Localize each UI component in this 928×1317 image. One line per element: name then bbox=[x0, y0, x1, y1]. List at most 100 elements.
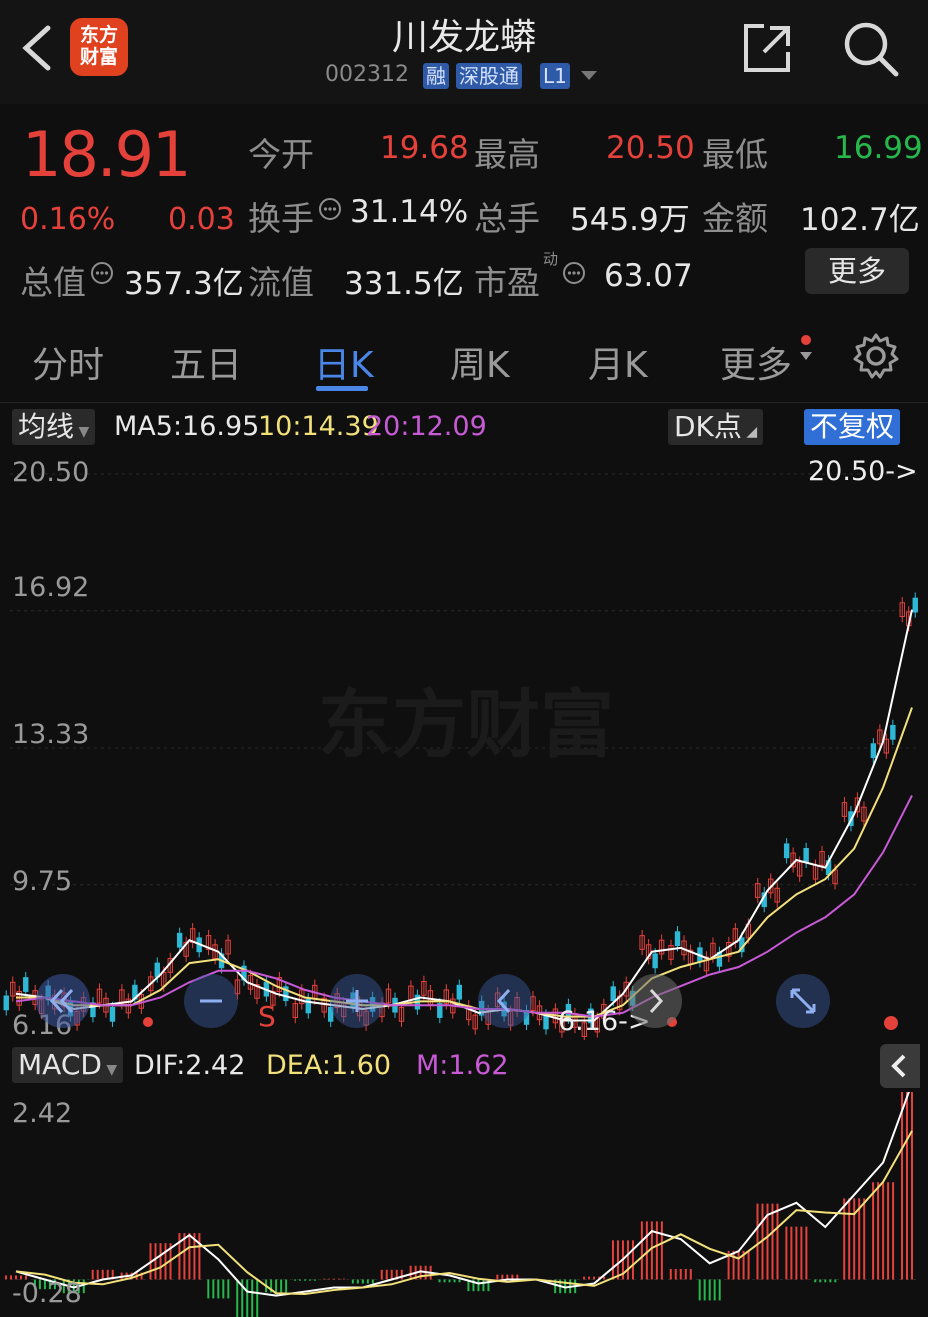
sell-marker: S bbox=[258, 1000, 276, 1033]
macd-chart[interactable] bbox=[0, 1092, 928, 1317]
high-label: 最高 bbox=[474, 135, 540, 174]
zoom-in-button[interactable] bbox=[184, 974, 238, 1028]
candle-body bbox=[610, 986, 616, 1002]
active-tab-indicator bbox=[316, 386, 368, 391]
tag-level: L1 bbox=[540, 63, 570, 89]
candle-body bbox=[3, 995, 9, 1011]
mktcap-label: 总值 bbox=[20, 263, 86, 302]
tab-daily-k[interactable]: 日K bbox=[314, 336, 374, 388]
candle-body bbox=[803, 848, 809, 863]
open-value: 19.68 bbox=[380, 130, 469, 166]
tab-monthly-k[interactable]: 月K bbox=[588, 336, 648, 388]
indicator-selector[interactable]: MACD ▼ bbox=[12, 1047, 124, 1083]
share-icon[interactable] bbox=[740, 22, 792, 74]
minus-icon bbox=[200, 999, 222, 1003]
plus-button[interactable] bbox=[330, 974, 384, 1028]
logo-text-2: 财富 bbox=[79, 46, 118, 68]
last-price: 18.91 bbox=[22, 118, 191, 191]
m-value: M:1.62 bbox=[416, 1050, 509, 1081]
candle-body bbox=[674, 931, 681, 947]
candle-body bbox=[456, 984, 462, 1000]
stock-code: 002312 bbox=[325, 62, 409, 87]
ma10-value: 10:14.39 bbox=[258, 411, 379, 442]
low-label: 最低 bbox=[702, 135, 768, 174]
collapse-panel-button[interactable] bbox=[880, 1044, 920, 1088]
candle-body bbox=[783, 843, 790, 859]
candle-body bbox=[652, 953, 658, 969]
dropdown-icon[interactable] bbox=[580, 70, 598, 82]
back-button[interactable] bbox=[14, 22, 60, 74]
more-quote-button[interactable]: 更多 bbox=[805, 248, 909, 294]
tab-intraday[interactable]: 分时 bbox=[32, 336, 104, 388]
float-label: 流值 bbox=[248, 263, 314, 302]
dea-value: DEA:1.60 bbox=[266, 1050, 392, 1081]
gear-icon[interactable] bbox=[852, 332, 900, 380]
tab-weekly-k[interactable]: 周K bbox=[450, 336, 510, 388]
y-label-3: 13.33 bbox=[12, 719, 90, 750]
live-dot-icon bbox=[884, 1016, 898, 1030]
tab-five-day[interactable]: 五日 bbox=[170, 336, 242, 388]
indicator-selector-label: MACD bbox=[18, 1048, 102, 1081]
high-value: 20.50 bbox=[606, 130, 695, 166]
buy-point-marker bbox=[143, 1017, 153, 1027]
double-chevron-left-icon bbox=[49, 988, 74, 1014]
turnover-label: 换手 bbox=[248, 199, 314, 238]
plus-icon bbox=[346, 990, 368, 1012]
turnover-value: 31.14% bbox=[350, 194, 469, 230]
pe-value: 63.07 bbox=[604, 258, 693, 294]
float-value: 331.5亿 bbox=[344, 266, 464, 302]
ma-selector-label: 均线 bbox=[18, 410, 75, 443]
low-value: 16.99 bbox=[834, 130, 923, 166]
max-price-marker: 20.50-> bbox=[808, 456, 918, 487]
dk-selector[interactable]: DK点 ◢ bbox=[668, 409, 764, 445]
fullscreen-button[interactable] bbox=[776, 974, 830, 1028]
ma20-value: 20:12.09 bbox=[366, 411, 487, 442]
ma-line-ma5 bbox=[15, 609, 913, 1022]
y-label-2: 16.92 bbox=[12, 572, 90, 603]
candle-body bbox=[912, 597, 918, 613]
watermark: 东方财富 bbox=[318, 682, 614, 768]
candle-body bbox=[176, 932, 183, 948]
tag-connect: 深股通 bbox=[456, 63, 522, 89]
change-amount: 0.03 bbox=[168, 202, 235, 237]
info-icon[interactable] bbox=[90, 261, 114, 285]
logo-text-1: 东方 bbox=[79, 24, 118, 46]
chevron-left-icon bbox=[891, 1054, 906, 1078]
ma-selector[interactable]: 均线 ▼ bbox=[12, 409, 96, 445]
macd-y-max: 2.42 bbox=[12, 1098, 73, 1129]
next-button[interactable] bbox=[628, 974, 682, 1028]
mktcap-value: 357.3亿 bbox=[124, 266, 244, 302]
adjust-button[interactable]: 不复权 bbox=[804, 409, 901, 445]
zoom-out-button[interactable] bbox=[36, 974, 90, 1028]
volume-value: 545.9万 bbox=[570, 202, 690, 238]
chevron-right-icon bbox=[649, 988, 664, 1014]
change-percent: 0.16% bbox=[20, 202, 116, 237]
pe-label: 市盈 bbox=[474, 263, 540, 302]
candle-body bbox=[109, 1006, 116, 1022]
search-icon[interactable] bbox=[842, 20, 900, 78]
prev-button[interactable] bbox=[478, 974, 532, 1028]
chevron-left-icon bbox=[22, 25, 51, 71]
kline-chart[interactable]: 东方财富 bbox=[0, 452, 928, 1040]
dk-selector-label: DK点 bbox=[674, 410, 742, 443]
dif-value: DIF:2.42 bbox=[134, 1050, 246, 1081]
stock-name: 川发龙蟒 bbox=[391, 17, 536, 58]
y-label-4: 9.75 bbox=[12, 866, 73, 897]
info-icon[interactable] bbox=[562, 261, 586, 285]
pe-superscript: 动 bbox=[543, 250, 559, 268]
macd-y-min: -0.28 bbox=[12, 1278, 82, 1309]
candle-body bbox=[890, 724, 896, 740]
candle-body bbox=[23, 977, 29, 992]
app-logo: 东方 财富 bbox=[70, 18, 128, 76]
expand-icon bbox=[790, 988, 816, 1014]
volume-label: 总手 bbox=[474, 199, 540, 238]
y-label-max: 20.50 bbox=[12, 457, 90, 488]
notification-dot-icon bbox=[800, 335, 812, 360]
candle-body bbox=[870, 743, 877, 759]
info-icon[interactable] bbox=[318, 197, 342, 221]
tag-margin: 融 bbox=[423, 63, 449, 89]
tab-more[interactable]: 更多 bbox=[720, 336, 792, 388]
amount-label: 金额 bbox=[702, 199, 768, 238]
chevron-left-icon bbox=[496, 988, 511, 1014]
candle-body bbox=[543, 1014, 549, 1030]
